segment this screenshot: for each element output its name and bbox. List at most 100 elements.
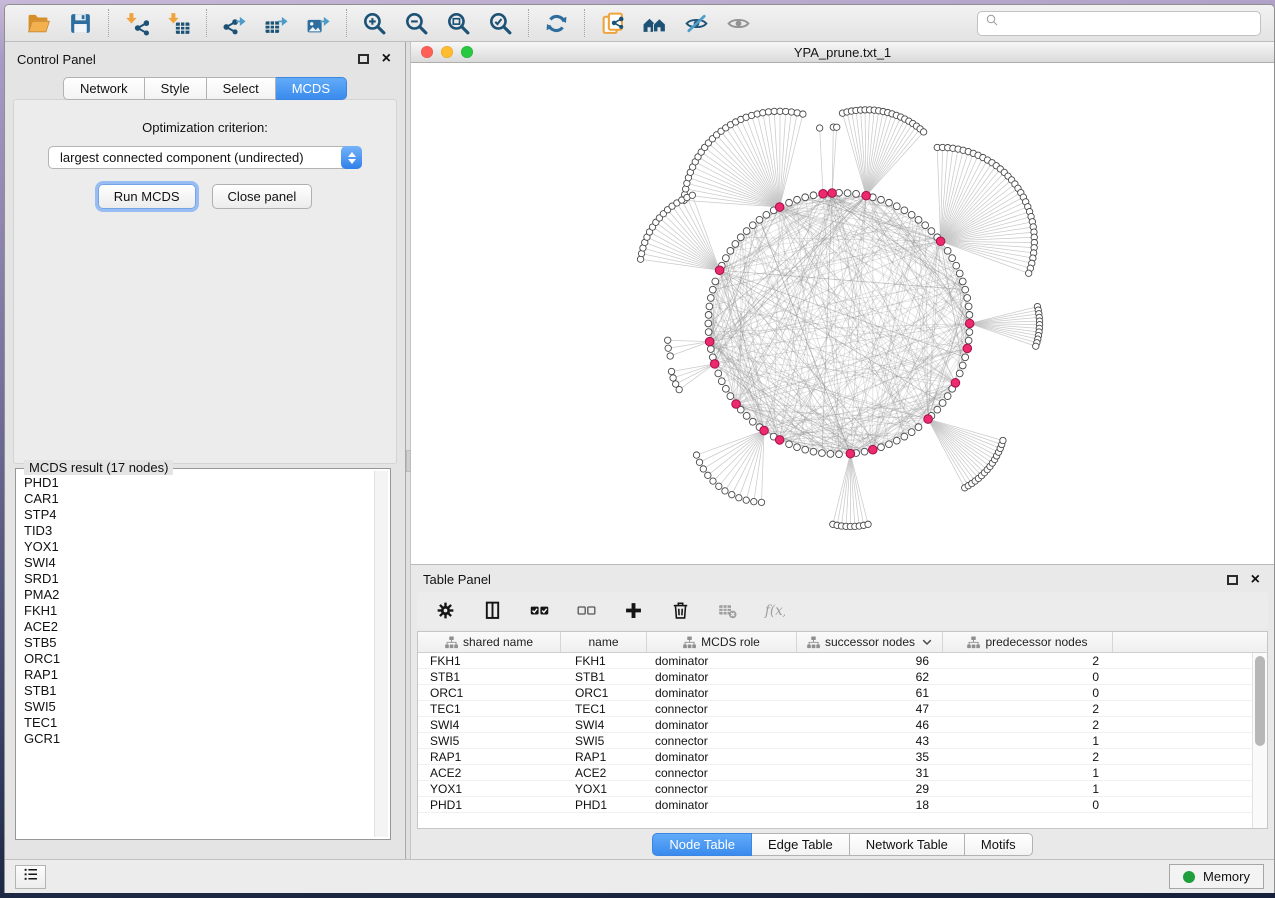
float-panel-icon[interactable]	[358, 54, 369, 64]
export-image-button[interactable]	[302, 7, 335, 39]
column-header-predecessor-nodes[interactable]: predecessor nodes	[943, 632, 1113, 652]
mcds-result-item[interactable]: STB1	[24, 683, 372, 699]
table-row[interactable]: ORC1ORC1dominator610	[418, 685, 1267, 701]
import-table-from-file-button[interactable]	[162, 7, 195, 39]
window-close-icon[interactable]	[421, 46, 433, 58]
first-neighbors-icon	[642, 11, 667, 36]
cell: 29	[797, 782, 943, 796]
zoom-out-button[interactable]	[400, 7, 433, 39]
cell: connector	[647, 766, 797, 780]
zoom-selected-region-button[interactable]	[484, 7, 517, 39]
mcds-result-item[interactable]: STB5	[24, 635, 372, 651]
zoom-in-button[interactable]	[358, 7, 391, 39]
tab-select[interactable]: Select	[207, 77, 276, 100]
mcds-result-scrollbar[interactable]	[374, 471, 388, 837]
network-graph[interactable]	[411, 63, 1274, 564]
table-row[interactable]: PHD1PHD1dominator180	[418, 797, 1267, 813]
table-row[interactable]: SWI4SWI4dominator462	[418, 717, 1267, 733]
table-row[interactable]: STB1STB1dominator620	[418, 669, 1267, 685]
first-neighbors-button[interactable]	[638, 7, 671, 39]
tab-edge-table[interactable]: Edge Table	[752, 833, 850, 856]
deselect-all-rows-button[interactable]	[575, 600, 597, 622]
shared-column-icon	[967, 636, 980, 649]
mcds-result-item[interactable]: FKH1	[24, 603, 372, 619]
update-network-button[interactable]	[540, 7, 573, 39]
table-scrollbar[interactable]	[1252, 653, 1267, 828]
create-column-icon	[623, 600, 644, 621]
cell: connector	[647, 734, 797, 748]
import-network-from-file-button[interactable]	[120, 7, 153, 39]
cell: PHD1	[561, 798, 647, 812]
create-column-button[interactable]	[622, 600, 644, 622]
table-row[interactable]: YOX1YOX1connector291	[418, 781, 1267, 797]
select-all-rows-button[interactable]	[528, 600, 550, 622]
mcds-result-item[interactable]: ACE2	[24, 619, 372, 635]
application-window: Control Panel × NetworkStyleSelectMCDS O…	[4, 4, 1275, 893]
cell: 2	[943, 750, 1113, 764]
table-row[interactable]: ACE2ACE2connector311	[418, 765, 1267, 781]
save-session-button[interactable]	[64, 7, 97, 39]
show-panels-button[interactable]	[15, 865, 46, 889]
table-settings-button[interactable]	[434, 600, 456, 622]
mcds-result-item[interactable]: PHD1	[24, 475, 372, 491]
mcds-result-item[interactable]: GCR1	[24, 731, 372, 747]
tab-node-table[interactable]: Node Table	[652, 833, 752, 856]
cell: SWI4	[561, 718, 647, 732]
close-panel-button[interactable]: Close panel	[212, 184, 313, 209]
close-table-panel-icon[interactable]: ×	[1251, 575, 1260, 585]
network-canvas[interactable]	[411, 63, 1274, 564]
table-row[interactable]: SWI5SWI5connector431	[418, 733, 1267, 749]
table-row[interactable]: TEC1TEC1connector472	[418, 701, 1267, 717]
split-panel-button[interactable]	[481, 600, 503, 622]
optimization-criterion-select[interactable]: largest connected component (undirected)	[48, 146, 362, 169]
column-header-successor-nodes[interactable]: successor nodes	[797, 632, 943, 652]
tab-style[interactable]: Style	[145, 77, 207, 100]
zoom-fit-content-button[interactable]	[442, 7, 475, 39]
column-header-name[interactable]: name	[561, 632, 647, 652]
mcds-result-item[interactable]: CAR1	[24, 491, 372, 507]
new-network-from-selection-button[interactable]	[596, 7, 629, 39]
mcds-result-item[interactable]: TEC1	[24, 715, 372, 731]
mcds-result-item[interactable]: TID3	[24, 523, 372, 539]
mcds-result-item[interactable]: STP4	[24, 507, 372, 523]
export-network-button[interactable]	[218, 7, 251, 39]
search-box[interactable]	[977, 11, 1261, 36]
close-panel-icon[interactable]: ×	[382, 54, 391, 64]
table-row[interactable]: RAP1RAP1dominator352	[418, 749, 1267, 765]
search-input[interactable]	[1006, 15, 1253, 32]
sort-descending-icon	[922, 639, 932, 646]
cell: TEC1	[418, 702, 561, 716]
mcds-result-item[interactable]: YOX1	[24, 539, 372, 555]
cell: 1	[943, 782, 1113, 796]
run-mcds-button[interactable]: Run MCDS	[98, 184, 196, 209]
mcds-result-item[interactable]: RAP1	[24, 667, 372, 683]
show-all-button[interactable]	[722, 7, 755, 39]
mcds-result-item[interactable]: ORC1	[24, 651, 372, 667]
save-session-icon	[68, 11, 93, 36]
cell: 1	[943, 766, 1113, 780]
hide-selected-button[interactable]	[680, 7, 713, 39]
mcds-result-item[interactable]: SWI4	[24, 555, 372, 571]
column-header-shared-name[interactable]: shared name	[418, 632, 561, 652]
export-table-button[interactable]	[260, 7, 293, 39]
mcds-result-item[interactable]: SWI5	[24, 699, 372, 715]
mcds-result-item[interactable]: SRD1	[24, 571, 372, 587]
tab-mcds[interactable]: MCDS	[276, 77, 347, 100]
delete-columns-button[interactable]	[669, 600, 691, 622]
memory-button[interactable]: Memory	[1169, 864, 1264, 889]
table-row[interactable]: FKH1FKH1dominator962	[418, 653, 1267, 669]
cell: 2	[943, 702, 1113, 716]
mcds-result-item[interactable]: PMA2	[24, 587, 372, 603]
table-scrollbar-thumb[interactable]	[1255, 656, 1265, 746]
tab-motifs[interactable]: Motifs	[965, 833, 1033, 856]
window-minimize-icon[interactable]	[441, 46, 453, 58]
cell: connector	[647, 782, 797, 796]
tab-network-table[interactable]: Network Table	[850, 833, 965, 856]
float-table-panel-icon[interactable]	[1227, 575, 1238, 585]
column-header-MCDS-role[interactable]: MCDS role	[647, 632, 797, 652]
window-zoom-icon[interactable]	[461, 46, 473, 58]
mcds-options-panel: Optimization criterion: largest connecte…	[13, 99, 397, 464]
tab-network[interactable]: Network	[63, 77, 145, 100]
open-file-button[interactable]	[22, 7, 55, 39]
node-table: shared namenameMCDS rolesuccessor nodesp…	[417, 631, 1268, 829]
